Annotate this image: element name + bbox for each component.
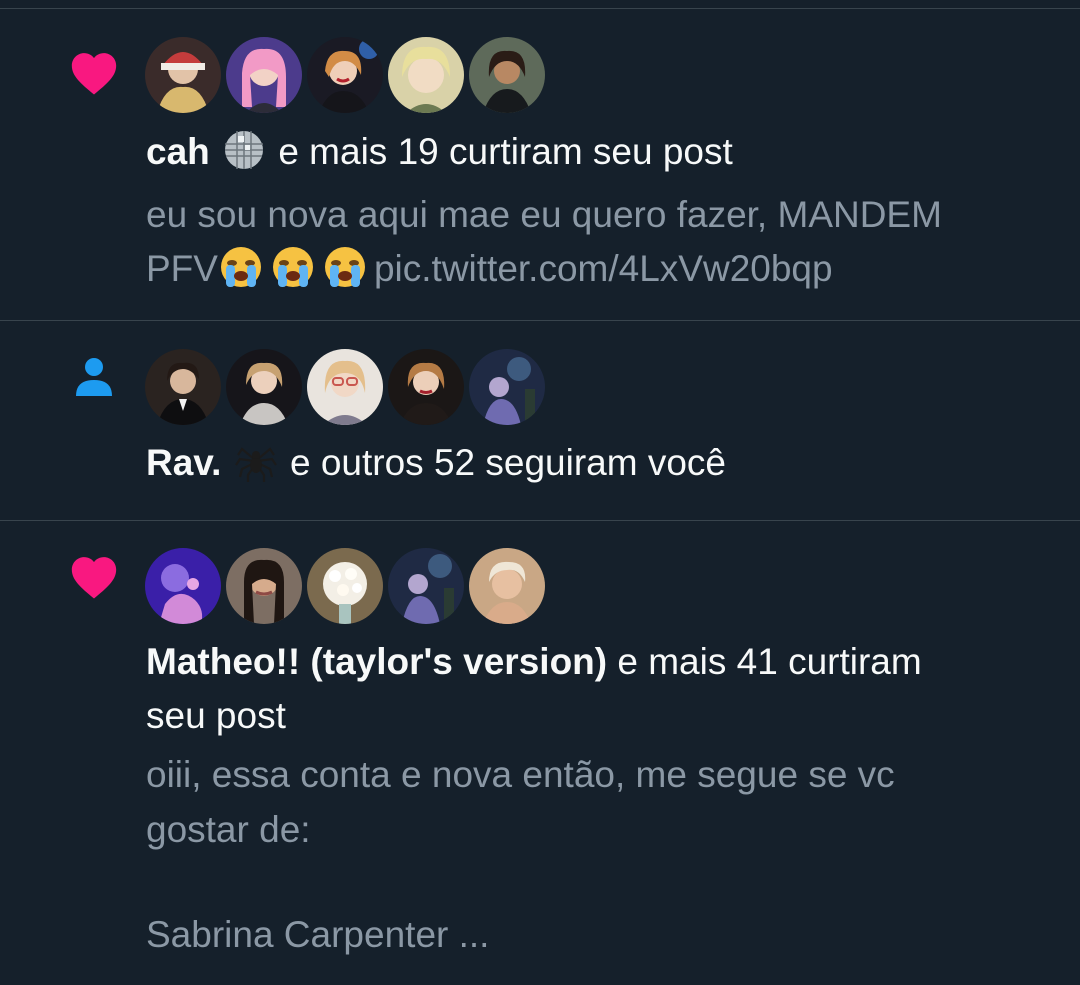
post-link[interactable]: pic.twitter.com/4LxVw20bqp	[374, 248, 833, 289]
post-snippet-line2: PFV pic.twitter.com/4LxVw20bqp	[146, 241, 833, 296]
snippet-text: PFV	[146, 248, 218, 289]
notification-text-line1: Matheo!! (taylor's version) e mais 41 cu…	[146, 635, 922, 689]
avatar[interactable]	[469, 548, 545, 624]
avatar-row	[145, 349, 550, 425]
avatar[interactable]	[469, 37, 545, 113]
loudly-crying-face-emoji	[270, 244, 316, 290]
disco-ball-emoji	[222, 128, 266, 172]
notification-follow-rav[interactable]: Rav. e outros 52 seguiram você	[0, 320, 1080, 520]
post-snippet-line2: gostar de:	[146, 809, 311, 850]
person-icon	[66, 348, 122, 404]
heart-icon	[66, 549, 122, 605]
user-name[interactable]: cah	[146, 131, 210, 172]
avatar[interactable]	[388, 37, 464, 113]
avatar[interactable]	[469, 349, 545, 425]
action-text: e mais 41 curtiram	[617, 641, 922, 682]
notification-text-line2: seu post	[146, 695, 286, 736]
avatar[interactable]	[307, 37, 383, 113]
post-snippet-line3: Sabrina Carpenter ...	[146, 914, 490, 955]
avatar[interactable]	[226, 349, 302, 425]
post-snippet-line1: oiii, essa conta e nova então, me segue …	[146, 754, 895, 795]
avatar-row	[145, 37, 550, 113]
notification-text: Rav. e outros 52 seguiram você	[146, 436, 726, 490]
spider-emoji	[234, 439, 278, 483]
notification-like-cah[interactable]: cah e mais 19 curtiram seu post eu sou n…	[0, 8, 1080, 320]
loudly-crying-face-emoji	[218, 244, 264, 290]
avatar[interactable]	[145, 37, 221, 113]
post-snippet-line1: eu sou nova aqui mae eu quero fazer, MAN…	[146, 194, 942, 235]
avatar[interactable]	[388, 349, 464, 425]
action-text: e outros 52 seguiram você	[289, 442, 726, 483]
avatar[interactable]	[226, 37, 302, 113]
heart-icon	[66, 45, 122, 101]
avatar-row	[145, 548, 550, 624]
user-name[interactable]: Matheo!! (taylor's version)	[146, 641, 607, 682]
avatar[interactable]	[307, 548, 383, 624]
avatar[interactable]	[145, 349, 221, 425]
user-name[interactable]: Rav.	[146, 442, 221, 483]
notification-like-matheo[interactable]: Matheo!! (taylor's version) e mais 41 cu…	[0, 520, 1080, 985]
avatar[interactable]	[388, 548, 464, 624]
avatar[interactable]	[145, 548, 221, 624]
loudly-crying-face-emoji	[322, 244, 368, 290]
notification-text: cah e mais 19 curtiram seu post	[146, 125, 733, 179]
action-text: e mais 19 curtiram seu post	[278, 131, 733, 172]
avatar[interactable]	[226, 548, 302, 624]
avatar[interactable]	[307, 349, 383, 425]
